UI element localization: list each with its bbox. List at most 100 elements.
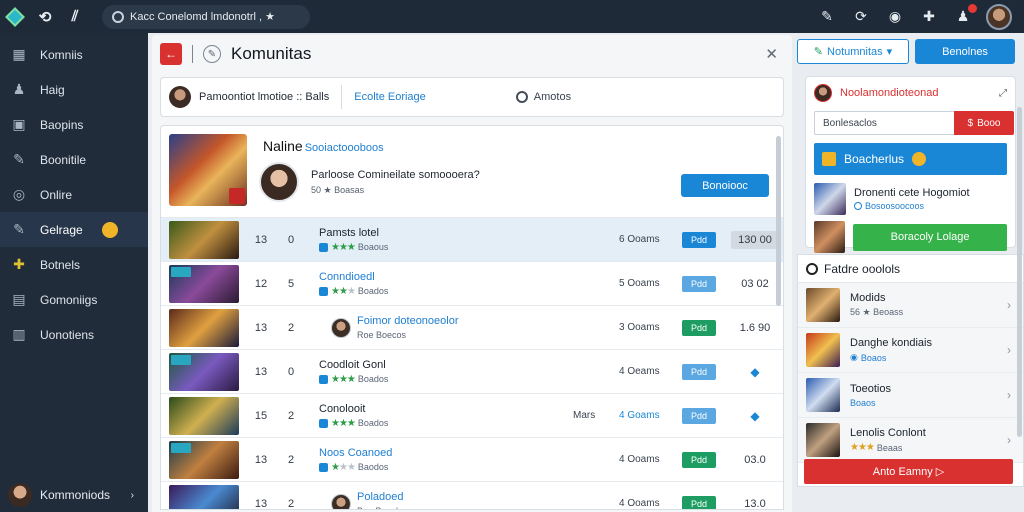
sidebar-item-gomoniigs[interactable]: ▤ Gomoniigs [0, 282, 148, 317]
card-input-button[interactable]: $ Booo [954, 111, 1014, 135]
row-col-a: 13 [254, 365, 268, 378]
filter-link[interactable]: Ecolte Eoriage [354, 91, 426, 103]
sync-icon[interactable]: ⟳ [850, 6, 872, 28]
add-button[interactable]: Pdd [682, 495, 716, 509]
add-button[interactable]: Pdd [682, 407, 716, 424]
list-item[interactable]: Lenolis Conlont ★★★ Beaas › [798, 418, 1023, 463]
blue-bar-button[interactable]: Boacherlus [814, 143, 1007, 175]
row-title[interactable]: Noos Coanoed [319, 447, 519, 459]
featured-subtitle[interactable]: Sooiactoooboos [305, 142, 384, 154]
row-col-b: 2 [287, 497, 295, 510]
table-row[interactable]: 13 0 Pamsts lotel ★★★ Boaous 6 Ooams Pdd 130 00 [161, 218, 783, 262]
sidebar-item-boonitile[interactable]: ✎ Boonitile [0, 142, 148, 177]
add-button[interactable]: Pdd [682, 451, 716, 468]
expand-icon[interactable]: ⤢ [999, 88, 1007, 99]
sidebar-item-label: Uonotiens [40, 327, 95, 342]
notumnitas-dropdown[interactable]: ✎ Notumnitas ▾ [797, 39, 909, 64]
rating-stars: ★★★ [331, 285, 356, 297]
smiley-icon [102, 221, 118, 238]
red-action-button[interactable]: Anto Eamny ▷ [804, 459, 1013, 484]
sidebar-item-onlire[interactable]: ◎ Onlire [0, 177, 148, 212]
leaf-icon[interactable]: ◆ [731, 409, 779, 423]
forward-icon[interactable]: ⫽ [60, 0, 90, 33]
info-icon: ◉ [850, 352, 858, 362]
table-row[interactable]: 13 2 Poladoed Boa Boaclos 4 Ooams Pdd 13.0 [161, 482, 783, 510]
promo-art [814, 183, 846, 215]
row-title[interactable]: Pamsts lotel [319, 227, 519, 239]
row-value[interactable]: 130 00 [731, 230, 779, 249]
app-logo-icon[interactable] [0, 0, 30, 33]
table-row[interactable]: 13 2 Noos Coanoed ★★★ Baodos 4 Ooams Pdd 03.0 [161, 438, 783, 482]
row-count: 4 Oeams [619, 366, 660, 377]
sidebar-item-baopins[interactable]: ▣ Baopins [0, 107, 148, 142]
search-box[interactable]: Amotos [515, 91, 571, 103]
row-col-b: 2 [287, 453, 295, 466]
add-button[interactable]: Pdd [682, 319, 716, 336]
close-icon[interactable]: ✕ [765, 45, 778, 63]
row-meta: Roe Boecos [357, 330, 407, 340]
puzzle-icon[interactable]: ✚ [918, 6, 940, 28]
avatar[interactable] [986, 3, 1012, 30]
row-title[interactable]: Foimor doteonoeolor [357, 315, 459, 327]
circle-icon: ◎ [12, 186, 26, 202]
address-text: Kacc Conelomd lmdonotrl , ★ [130, 11, 275, 23]
scrollbar[interactable] [776, 136, 781, 306]
sidebar-item-label: Komniis [40, 47, 83, 62]
rating-stars: ★★★ [331, 373, 356, 385]
row-title[interactable]: Conndioedl [319, 271, 519, 283]
avatar [169, 86, 191, 108]
sidebar-item-komniis[interactable]: ▦ Komniis [0, 37, 148, 72]
sidebar-item-uonotiens[interactable]: ▥ Uonotiens [0, 317, 148, 352]
bag-icon: ▣ [12, 116, 26, 132]
row-col-b: 2 [287, 409, 295, 422]
row-title[interactable]: Coodloit Gonl [319, 359, 519, 371]
green-action-button[interactable]: Boracoly Lolage [853, 223, 1007, 251]
featured-item[interactable]: Naline Sooiactoooboos Parloose Comineilat… [161, 126, 783, 218]
refresh-icon[interactable]: ⟲ [30, 0, 60, 33]
list-item[interactable]: Modids 56 ★ Beoass › [798, 283, 1023, 328]
sidebar-item-botnels[interactable]: ✚ Botnels [0, 247, 148, 282]
wrench-icon[interactable]: ✎ [816, 6, 838, 28]
row-col-a: 13 [254, 233, 268, 246]
row-col-a: 15 [254, 409, 268, 422]
benolnes-button[interactable]: Benolnes [915, 39, 1015, 64]
scrollbar[interactable] [1017, 107, 1022, 437]
sidebar-item-gelrage[interactable]: ✎ Gelrage [0, 212, 148, 247]
notifications-icon[interactable]: ♟ [952, 3, 977, 28]
row-col-a: 13 [254, 453, 268, 466]
chat-icon: ▤ [12, 291, 26, 307]
row-col-a: 12 [254, 277, 268, 290]
promo-item[interactable]: Dronenti cete Hogomiot Bosoosoocoos [814, 183, 1007, 215]
add-button[interactable]: Pdd [682, 231, 716, 248]
table-row[interactable]: 13 0 Coodloit Gonl ★★★ Boados 4 Oeams Pdd ◆ [161, 350, 783, 394]
search-icon[interactable]: ◉ [884, 6, 906, 28]
row-title[interactable]: Poladoed [357, 491, 408, 503]
avatar [259, 162, 299, 202]
add-button[interactable]: Pdd [682, 275, 716, 292]
panel-header: ← ✎ Komunitas ✕ [152, 35, 792, 73]
filter-bar: Pamoontiot lmotioe :: Balls Ecolte Eoria… [160, 77, 784, 117]
sidebar-user[interactable]: Kommoniods › [0, 478, 148, 512]
card-input[interactable]: Bonlesaclos [814, 111, 954, 135]
list-item[interactable]: Toeotios Boaos › [798, 373, 1023, 418]
table-row[interactable]: 15 2 Conolooit ★★★ Boados Mars 4 Goams Pdd ◆ [161, 394, 783, 438]
address-bar[interactable]: Kacc Conelomd lmdonotrl , ★ [102, 4, 310, 29]
back-button[interactable]: ← [160, 43, 182, 65]
row-title[interactable]: Conolooit [319, 403, 519, 415]
table-row[interactable]: 13 2 Foimor doteonoeolor Roe Boecos 3 Ooams P… [161, 306, 783, 350]
list-item[interactable]: Danghe kondiais ◉ Boaos › [798, 328, 1023, 373]
leaf-icon[interactable]: ◆ [731, 365, 779, 379]
promo-title: Dronenti cete Hogomiot [854, 187, 970, 199]
sidebar-item-haig[interactable]: ♟ Haig [0, 72, 148, 107]
table-row[interactable]: 12 5 Conndioedl ★★★ Boados 5 Ooams Pdd 03 02 [161, 262, 783, 306]
chevron-right-icon: › [1007, 343, 1011, 357]
featured-button[interactable]: Bonoiooc [681, 174, 769, 197]
edit-icon[interactable]: ✎ [203, 45, 221, 63]
row-thumbnail [169, 484, 239, 509]
add-button[interactable]: Pdd [682, 363, 716, 380]
dropdown-label: Notumnitas [827, 45, 883, 58]
avatar [8, 483, 32, 507]
row-col-a: 13 [254, 321, 268, 334]
row-thumbnail [169, 308, 239, 347]
puzzle-icon: ✚ [13, 256, 25, 272]
